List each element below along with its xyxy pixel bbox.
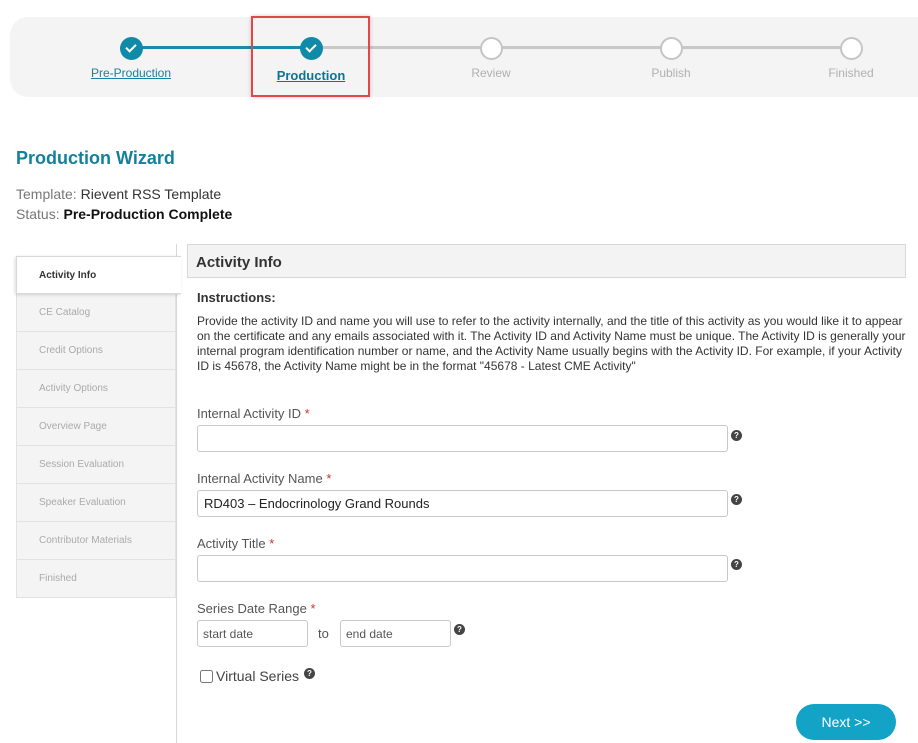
activity-title-input[interactable] bbox=[197, 555, 728, 582]
step-publish: Publish bbox=[591, 37, 751, 80]
template-key: Template: bbox=[16, 186, 77, 202]
required-mark: * bbox=[326, 471, 332, 486]
step-pre-production[interactable]: Pre-Production bbox=[51, 37, 211, 80]
help-icon[interactable]: ? bbox=[731, 494, 742, 505]
progress-stepper: Pre-Production Production Review Publish… bbox=[10, 17, 918, 97]
panel-title: Activity Info bbox=[187, 244, 906, 278]
status-key: Status: bbox=[16, 206, 60, 222]
activity-title-label-text: Activity Title bbox=[197, 536, 266, 551]
template-line: Template: Rievent RSS Template bbox=[16, 186, 221, 202]
step-label[interactable]: Pre-Production bbox=[51, 66, 211, 80]
template-value: Rievent RSS Template bbox=[80, 186, 222, 202]
step-label: Finished bbox=[828, 66, 874, 80]
step-label: Review bbox=[471, 66, 511, 80]
help-icon[interactable]: ? bbox=[731, 559, 742, 570]
virtual-series-label: Virtual Series bbox=[216, 668, 300, 684]
help-icon[interactable]: ? bbox=[731, 430, 742, 441]
instructions-title: Instructions: bbox=[197, 290, 276, 305]
sidebar-item-activity-options[interactable]: Activity Options bbox=[16, 370, 176, 408]
sidebar-item-finished[interactable]: Finished bbox=[16, 560, 176, 598]
sidebar-item-session-evaluation[interactable]: Session Evaluation bbox=[16, 446, 176, 484]
current-step-highlight bbox=[251, 16, 370, 97]
series-date-range-label-text: Series Date Range bbox=[197, 601, 307, 616]
sidebar-item-overview-page[interactable]: Overview Page bbox=[16, 408, 176, 446]
help-icon[interactable]: ? bbox=[454, 624, 465, 635]
status-value: Pre-Production Complete bbox=[63, 206, 233, 222]
series-date-range-label: Series Date Range * bbox=[197, 601, 316, 616]
content-divider bbox=[176, 244, 177, 743]
step-finished: Finished bbox=[771, 37, 918, 80]
virtual-series-checkbox[interactable] bbox=[200, 669, 213, 683]
status-line: Status: Pre-Production Complete bbox=[16, 206, 232, 222]
step-circle-icon bbox=[659, 37, 683, 60]
date-range-to-label: to bbox=[318, 626, 329, 641]
activity-title-label: Activity Title * bbox=[197, 536, 274, 551]
sidebar-item-ce-catalog[interactable]: CE Catalog bbox=[16, 294, 176, 332]
end-date-input[interactable] bbox=[340, 620, 451, 647]
next-button[interactable]: Next >> bbox=[796, 704, 896, 740]
sidebar-item-activity-info[interactable]: Activity Info bbox=[16, 256, 181, 294]
activity-name-label: Internal Activity Name * bbox=[197, 471, 331, 486]
step-circle-icon bbox=[479, 37, 503, 60]
start-date-input[interactable] bbox=[197, 620, 308, 647]
activity-id-label-text: Internal Activity ID bbox=[197, 406, 302, 421]
page-title: Production Wizard bbox=[16, 148, 175, 168]
step-circle-icon bbox=[839, 37, 863, 60]
instructions-text: Provide the activity ID and name you wil… bbox=[197, 314, 906, 373]
activity-id-input[interactable] bbox=[197, 425, 728, 452]
sidebar-item-credit-options[interactable]: Credit Options bbox=[16, 332, 176, 370]
wizard-sidebar: Activity Info CE Catalog Credit Options … bbox=[16, 256, 181, 598]
required-mark: * bbox=[310, 601, 316, 616]
activity-name-input[interactable] bbox=[197, 490, 728, 517]
sidebar-item-speaker-evaluation[interactable]: Speaker Evaluation bbox=[16, 484, 176, 522]
step-review: Review bbox=[411, 37, 571, 80]
required-mark: * bbox=[304, 406, 310, 421]
check-icon bbox=[119, 37, 143, 60]
virtual-series-option[interactable]: Virtual Series bbox=[200, 668, 299, 684]
help-icon[interactable]: ? bbox=[304, 668, 315, 679]
required-mark: * bbox=[269, 536, 275, 551]
activity-id-label: Internal Activity ID * bbox=[197, 406, 310, 421]
step-label: Publish bbox=[651, 66, 691, 80]
activity-name-label-text: Internal Activity Name bbox=[197, 471, 323, 486]
sidebar-item-contributor-materials[interactable]: Contributor Materials bbox=[16, 522, 176, 560]
progress-track-remaining bbox=[311, 46, 851, 49]
